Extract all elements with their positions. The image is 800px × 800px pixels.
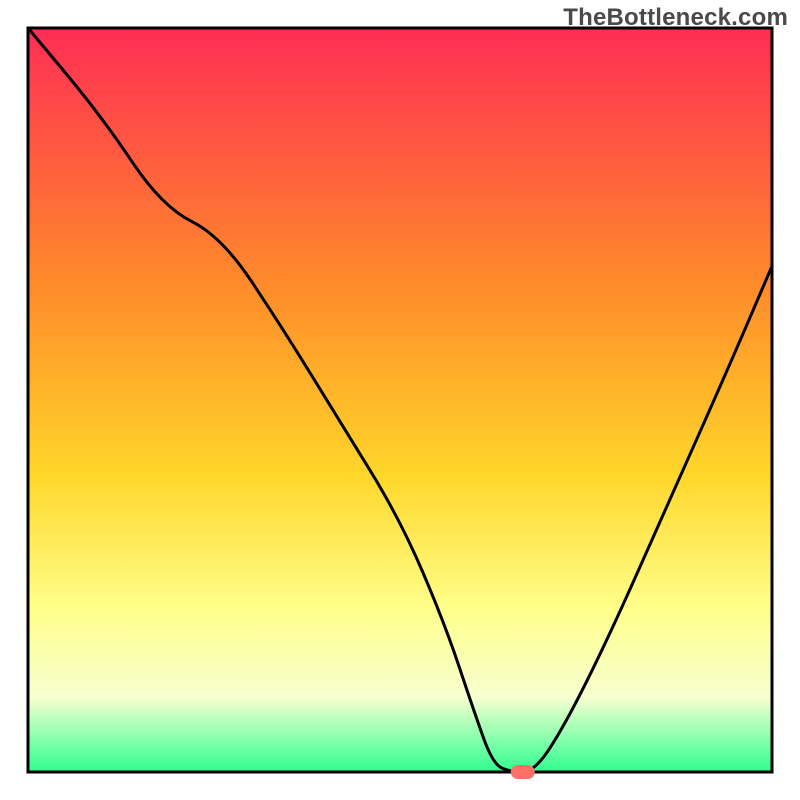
- chart-container: TheBottleneck.com: [0, 0, 800, 800]
- optimal-marker: [511, 765, 535, 779]
- heat-gradient: [28, 28, 772, 772]
- chart-svg: [0, 0, 800, 800]
